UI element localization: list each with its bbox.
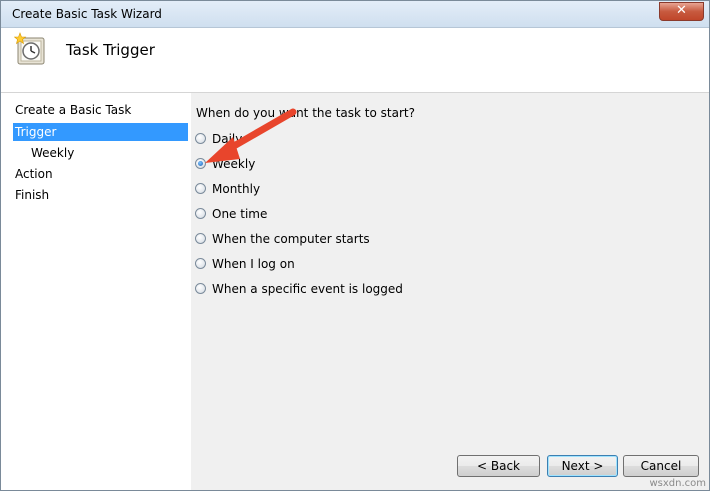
radio-log-on[interactable] — [195, 258, 206, 269]
radio-computer-starts[interactable] — [195, 233, 206, 244]
nav-item-label: Weekly — [31, 146, 75, 160]
cancel-button[interactable]: Cancel — [623, 455, 699, 477]
close-button[interactable]: ✕ — [659, 2, 704, 21]
page-title: Task Trigger — [66, 41, 155, 59]
option-label: When a specific event is logged — [212, 282, 403, 296]
task-scheduler-icon — [14, 32, 45, 65]
watermark: wsxdn.com — [649, 478, 706, 489]
radio-monthly[interactable] — [195, 183, 206, 194]
nav-item-finish[interactable]: Finish — [13, 186, 188, 204]
option-label: When I log on — [212, 257, 295, 271]
radio-one-time[interactable] — [195, 208, 206, 219]
nav-item-label: Trigger — [15, 125, 57, 139]
option-label: Monthly — [212, 182, 261, 196]
next-button[interactable]: Next > — [547, 455, 618, 477]
wizard-header: Task Trigger — [1, 28, 709, 93]
trigger-question: When do you want the task to start? — [196, 106, 415, 120]
nav-item-create-basic-task[interactable]: Create a Basic Task — [13, 101, 188, 119]
option-label: One time — [212, 207, 268, 221]
option-label: When the computer starts — [212, 232, 370, 246]
trigger-panel: When do you want the task to start? Dail… — [191, 93, 709, 490]
radio-weekly[interactable] — [195, 158, 206, 169]
nav-item-weekly[interactable]: Weekly — [29, 144, 188, 162]
back-button[interactable]: < Back — [457, 455, 540, 477]
title-bar[interactable]: Create Basic Task Wizard ✕ — [1, 1, 709, 28]
nav-item-action[interactable]: Action — [13, 165, 188, 183]
wizard-steps-nav: Create a Basic Task Trigger Weekly Actio… — [1, 93, 191, 490]
nav-item-label: Create a Basic Task — [15, 103, 132, 117]
nav-item-trigger[interactable]: Trigger — [13, 123, 188, 141]
nav-item-label: Finish — [15, 188, 50, 202]
window-title: Create Basic Task Wizard — [12, 7, 162, 21]
wizard-window: Create Basic Task Wizard ✕ Task Trigger … — [0, 0, 710, 491]
option-label: Weekly — [212, 157, 256, 171]
radio-event-logged[interactable] — [195, 283, 206, 294]
option-label: Daily — [212, 132, 243, 146]
nav-item-label: Action — [15, 167, 53, 181]
close-icon: ✕ — [676, 3, 687, 18]
radio-daily[interactable] — [195, 133, 206, 144]
